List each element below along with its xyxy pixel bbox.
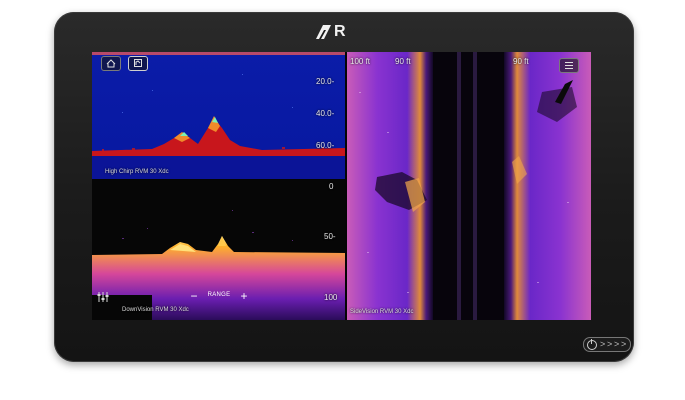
hardware-buttons: > > > >	[583, 337, 631, 352]
brand-logo: R	[314, 23, 354, 41]
sonar-app-button[interactable]	[128, 56, 148, 71]
power-button[interactable]	[587, 339, 597, 350]
high-chirp-pane[interactable]: 20.0- 40.0- 60.0- High Chirp RVM 30 Xdc	[92, 52, 345, 179]
home-button[interactable]	[101, 56, 121, 71]
hamburger-line	[565, 68, 573, 69]
range-readout-right: 90 ft	[513, 57, 529, 66]
chevron-right-icon[interactable]: >	[600, 338, 605, 351]
display-screen[interactable]: 20.0- 40.0- 60.0- High Chirp RVM 30 Xdc	[92, 52, 591, 320]
hamburger-menu-icon	[565, 62, 573, 63]
sonar-app-icon	[134, 59, 142, 67]
chevron-right-icon[interactable]: >	[614, 338, 619, 351]
depth-label: 60.0-	[316, 141, 335, 150]
home-icon	[106, 59, 116, 68]
chevron-right-icon[interactable]: >	[607, 338, 612, 351]
range-control: − RANGE +	[188, 289, 252, 303]
range-readout-left: 100 ft	[350, 57, 371, 66]
range-minus-button[interactable]: −	[188, 289, 200, 303]
brand-letter: R	[334, 23, 346, 40]
sliders-icon	[97, 292, 109, 302]
depth-label: 40.0-	[316, 109, 335, 118]
sidevision-pane[interactable]: 100 ft 90 ft 90 ft SideVision RVM 30 Xdc	[347, 52, 591, 320]
pane-source-label: High Chirp RVM 30 Xdc	[105, 169, 169, 175]
chevron-right-icon[interactable]: >	[621, 338, 626, 351]
range-label: RANGE	[207, 292, 231, 298]
pane-source-label: DownVision RVM 30 Xdc	[122, 307, 189, 313]
hamburger-line	[565, 65, 573, 66]
range-readout-center: 90 ft	[395, 57, 411, 66]
pane-source-label: SideVision RVM 30 Xdc	[350, 309, 414, 315]
depth-label: 0	[329, 182, 334, 191]
downvision-pane[interactable]: 0 50- 100 − RANGE + DownVision RVM 30 Xd…	[92, 180, 345, 320]
depth-label: 20.0-	[316, 77, 335, 86]
sidevision-sonar-image	[347, 52, 591, 320]
brand-mark-icon	[316, 25, 331, 39]
sonar-settings-button[interactable]	[96, 290, 110, 304]
range-plus-button[interactable]: +	[238, 289, 250, 303]
high-chirp-sonar-image	[92, 52, 345, 179]
depth-label: 100	[324, 293, 338, 302]
depth-label: 50-	[324, 232, 336, 241]
menu-button[interactable]	[559, 58, 579, 73]
